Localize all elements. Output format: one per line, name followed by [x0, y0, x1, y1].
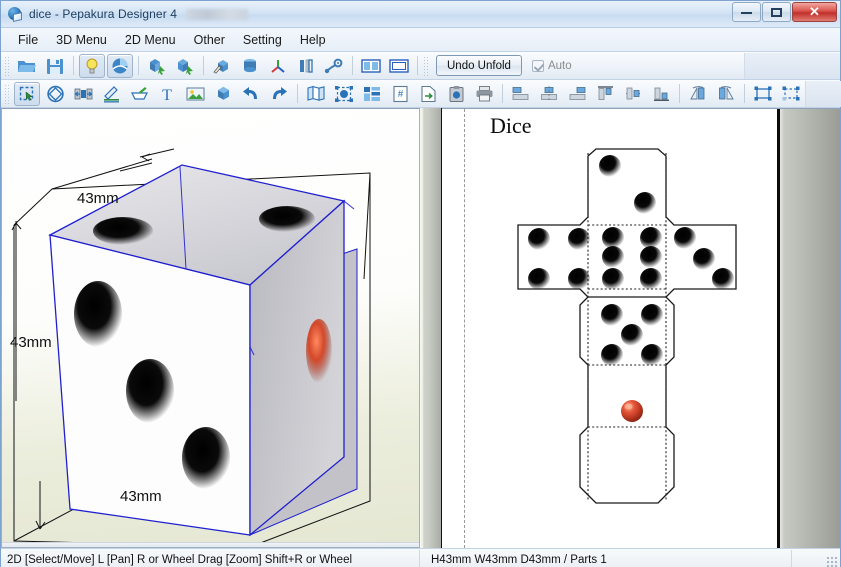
document-title: Dice [490, 113, 532, 138]
undo-icon[interactable] [238, 82, 264, 106]
pip-front-1 [74, 281, 122, 347]
app-logo-icon [7, 6, 23, 22]
align-top-icon[interactable] [592, 82, 618, 106]
menu-file[interactable]: File [9, 30, 47, 50]
solid-shape-icon[interactable] [210, 82, 236, 106]
work-area: 43mm 43mm 43mm Dice [1, 108, 840, 548]
pane-splitter[interactable] [420, 108, 442, 548]
status-bar: 2D [Select/Move] L [Pan] R or Wheel Drag… [1, 548, 840, 567]
show-hint-icon[interactable] [79, 53, 105, 78]
add-image-icon[interactable] [182, 82, 208, 106]
unfold-icon[interactable] [144, 54, 170, 78]
rotate-part-tool-icon[interactable] [42, 82, 68, 106]
toolbar-secondary: T # [1, 80, 841, 108]
unfold-map-icon[interactable] [303, 82, 329, 106]
pip-top-1 [93, 217, 153, 245]
split-view-icon[interactable] [358, 54, 384, 78]
join-disconnect-icon[interactable] [70, 82, 96, 106]
redo-icon[interactable] [266, 82, 292, 106]
layout-parts-icon[interactable] [359, 82, 385, 106]
group-parts-icon[interactable] [750, 82, 776, 106]
window-controls: ✕ [732, 2, 837, 22]
3d-dice-model: 43mm 43mm 43mm [10, 148, 371, 547]
maximize-button[interactable] [762, 2, 791, 22]
minimize-button[interactable] [732, 2, 761, 22]
save-file-icon[interactable] [42, 54, 68, 78]
align-right-icon[interactable] [564, 82, 590, 106]
toolbar2-empty-area [805, 80, 841, 107]
toolbar-grip[interactable] [4, 55, 11, 76]
rotate-right-icon[interactable] [713, 82, 739, 106]
undo-unfold-button[interactable]: Undo Unfold [436, 55, 522, 76]
dimension-label-width: 43mm [120, 488, 162, 505]
unfold-all-icon[interactable] [172, 54, 198, 78]
menu-help[interactable]: Help [291, 30, 335, 50]
texture-view-icon[interactable] [107, 53, 133, 78]
align-left-icon[interactable] [508, 82, 534, 106]
fit-to-page-icon[interactable] [331, 82, 357, 106]
page-setup-icon[interactable]: # [387, 82, 413, 106]
3d-pane-scrollbar[interactable] [2, 542, 419, 547]
pip-top-2 [259, 206, 315, 232]
auto-checkbox[interactable]: Auto [531, 59, 572, 72]
open-file-icon[interactable] [14, 54, 40, 78]
2d-unfold-pane[interactable]: Dice [442, 108, 840, 548]
redacted-title-suffix [186, 8, 249, 20]
flap-edit-icon[interactable] [126, 82, 152, 106]
ungroup-parts-icon[interactable] [778, 82, 804, 106]
status-model-info: H43mm W43mm D43mm / Parts 1 [431, 553, 607, 566]
resize-grip[interactable] [826, 556, 837, 567]
axes-icon[interactable] [265, 54, 291, 78]
edit-edge-icon[interactable] [98, 82, 124, 106]
add-text-icon[interactable]: T [154, 82, 180, 106]
pip-front-3 [182, 427, 230, 489]
status-hint: 2D [Select/Move] L [Pan] R or Wheel Drag… [7, 553, 353, 566]
single-view-icon[interactable] [386, 54, 412, 78]
svg-text:#: # [397, 89, 403, 100]
face-bottom-pip [621, 400, 643, 422]
menu-setting[interactable]: Setting [234, 30, 291, 50]
auto-checkbox-label: Auto [547, 59, 572, 72]
rotate-left-icon[interactable] [685, 82, 711, 106]
paint-cube-icon[interactable] [209, 54, 235, 78]
cylinder-icon[interactable] [237, 54, 263, 78]
svg-text:T: T [162, 87, 172, 103]
menu-2d-menu[interactable]: 2D Menu [116, 30, 185, 50]
pepakura-designer-window: dice - Pepakura Designer 4 ✕ File 3D Men… [0, 0, 841, 567]
align-bottom-icon[interactable] [648, 82, 674, 106]
open-close-icon[interactable] [293, 54, 319, 78]
window-title: dice - Pepakura Designer 4 [29, 7, 178, 21]
align-center-h-icon[interactable] [536, 82, 562, 106]
unfold-pattern [517, 148, 737, 504]
export-icon[interactable] [415, 82, 441, 106]
dimension-depth [119, 148, 175, 172]
joint-icon[interactable] [321, 54, 347, 78]
dimension-height [11, 221, 46, 530]
menu-bar: File 3D Menu 2D Menu Other Setting Help [1, 28, 840, 52]
page-margin-left [464, 109, 465, 548]
align-middle-v-icon[interactable] [620, 82, 646, 106]
toolbar-empty-area [744, 52, 840, 79]
select-move-tool-icon[interactable] [14, 81, 40, 106]
menu-3d-menu[interactable]: 3D Menu [47, 30, 116, 50]
toolbar2-grip[interactable] [4, 83, 11, 104]
auto-checkbox-box[interactable] [531, 59, 544, 72]
toolbar-grip-2[interactable] [423, 55, 430, 76]
pip-right-red [306, 319, 332, 383]
print-icon[interactable] [471, 82, 497, 106]
clipboard-icon[interactable] [443, 82, 469, 106]
toolbar-main: Undo Unfold Auto [1, 52, 840, 80]
menu-other[interactable]: Other [185, 30, 234, 50]
dimension-label-depth: 43mm [77, 190, 119, 207]
pip-front-2 [126, 359, 174, 423]
3d-view-pane[interactable]: 43mm 43mm 43mm [1, 108, 420, 548]
page-edge [777, 109, 780, 548]
title-bar: dice - Pepakura Designer 4 ✕ [1, 1, 840, 28]
close-button[interactable]: ✕ [792, 2, 837, 22]
dimension-label-height: 43mm [10, 334, 52, 351]
